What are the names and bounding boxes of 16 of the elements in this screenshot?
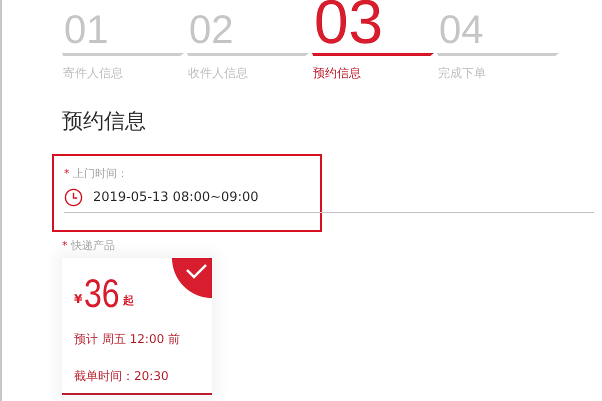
pickup-time-field[interactable]: 2019-05-13 08:00~09:00 [64, 186, 594, 213]
step-label: 预约信息 [312, 65, 362, 82]
step-number: 02 [189, 8, 234, 52]
step-number: 01 [64, 8, 108, 52]
delivery-estimate: 预计 周五 12:00 前 [74, 331, 180, 348]
step-label: 收件人信息 [187, 65, 249, 82]
step-label: 寄件人信息 [62, 65, 124, 82]
pickup-time-label: * 上门时间： [64, 166, 128, 181]
step-label: 完成下单 [437, 65, 487, 82]
product-label: * 快递产品 [62, 238, 115, 253]
cutoff-time: 截单时间：20:30 [74, 368, 169, 385]
product-card[interactable]: ¥36 起 预计 周五 12:00 前 截单时间：20:30 [62, 258, 212, 395]
price: ¥36 起 [74, 274, 134, 314]
clock-icon [64, 188, 83, 206]
section-title: 预约信息 [62, 108, 146, 135]
step-number: 04 [439, 8, 484, 52]
